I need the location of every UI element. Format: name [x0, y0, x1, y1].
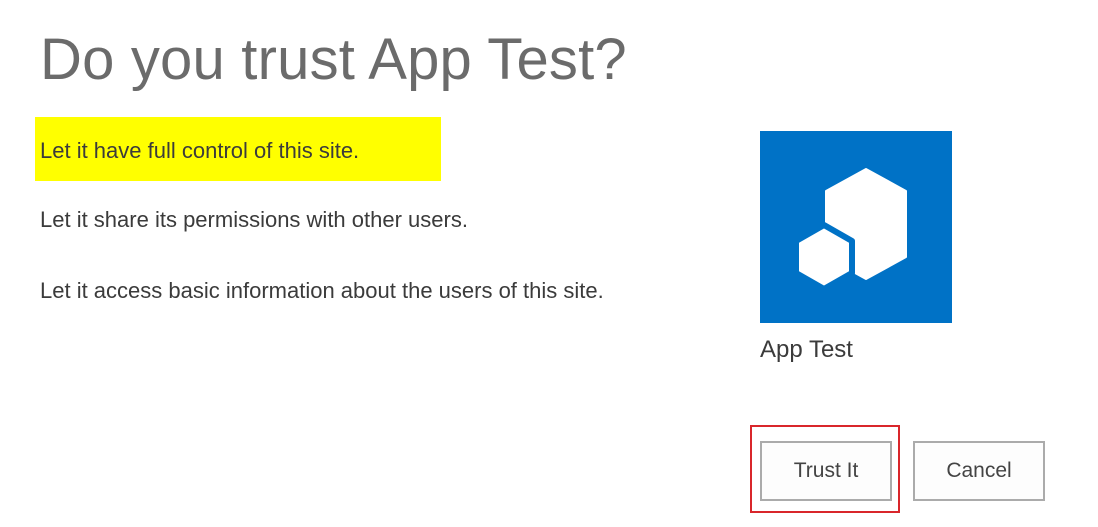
- permission-share: Let it share its permissions with other …: [40, 207, 468, 232]
- app-tile: [760, 131, 952, 323]
- permission-basic-info: Let it access basic information about th…: [40, 278, 604, 303]
- app-hexagon-icon: [793, 168, 907, 292]
- cancel-button[interactable]: Cancel: [913, 441, 1045, 501]
- permission-full-control: Let it have full control of this site.: [40, 138, 360, 163]
- trust-it-button[interactable]: Trust It: [760, 441, 892, 501]
- page-title: Do you trust App Test?: [40, 27, 627, 92]
- app-name: App Test: [760, 336, 853, 363]
